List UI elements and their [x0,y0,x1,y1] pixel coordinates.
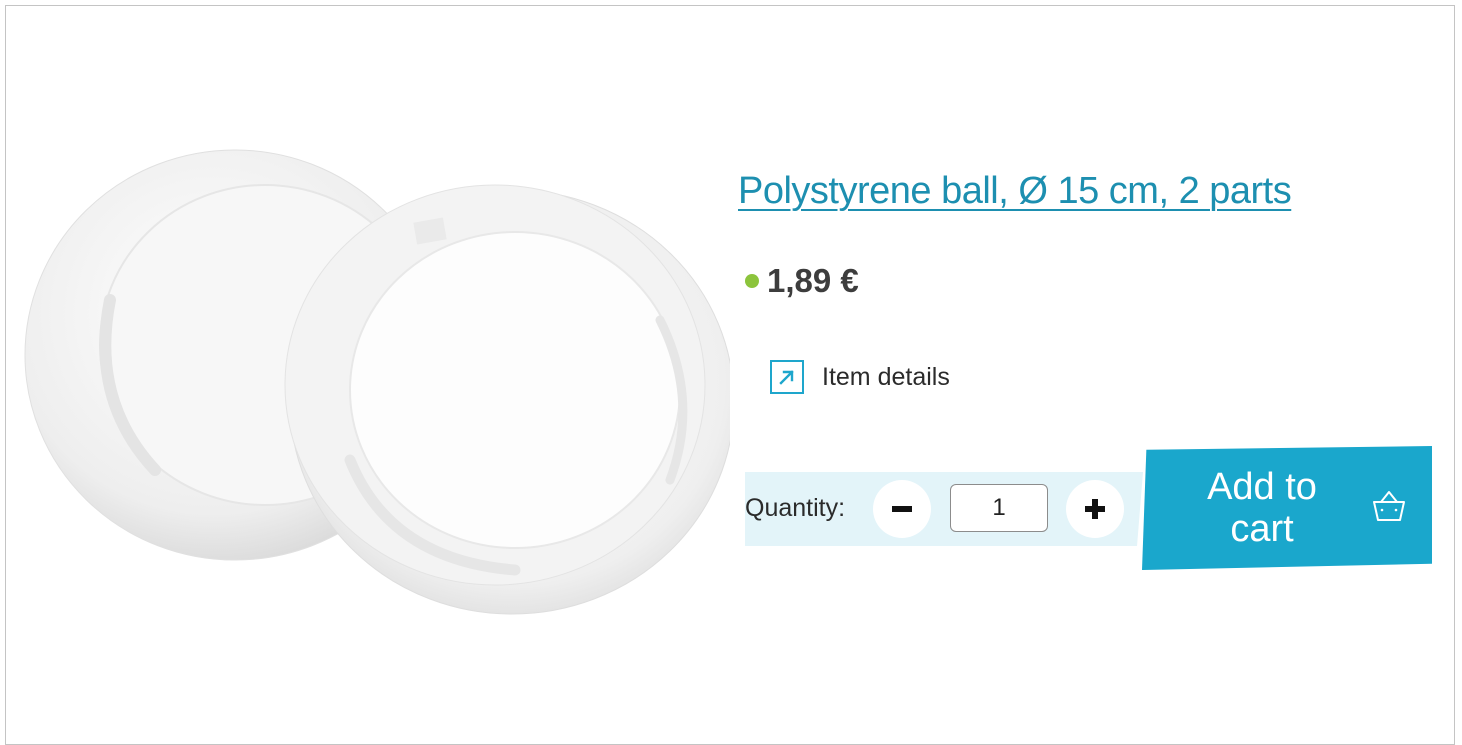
decrease-quantity-button[interactable] [873,480,931,538]
item-details-link[interactable]: Item details [770,360,950,394]
product-title-link[interactable]: Polystyrene ball, Ø 15 cm, 2 parts [738,170,1292,213]
add-to-cart-button[interactable]: Add to cart [1142,446,1432,570]
quantity-label: Quantity: [745,494,846,522]
in-stock-indicator [745,274,759,288]
add-to-cart-label: Add to cart [1207,466,1317,550]
increase-quantity-button[interactable] [1066,480,1124,538]
external-link-arrow-icon [770,360,804,394]
product-image[interactable] [20,140,730,640]
price-row: 1,89 € [745,262,859,300]
item-details-label: Item details [822,362,950,391]
basket-icon [1373,491,1405,521]
minus-icon [892,506,912,512]
plus-icon [1085,499,1105,519]
quantity-input[interactable] [950,484,1048,532]
product-price: 1,89 € [767,262,859,299]
